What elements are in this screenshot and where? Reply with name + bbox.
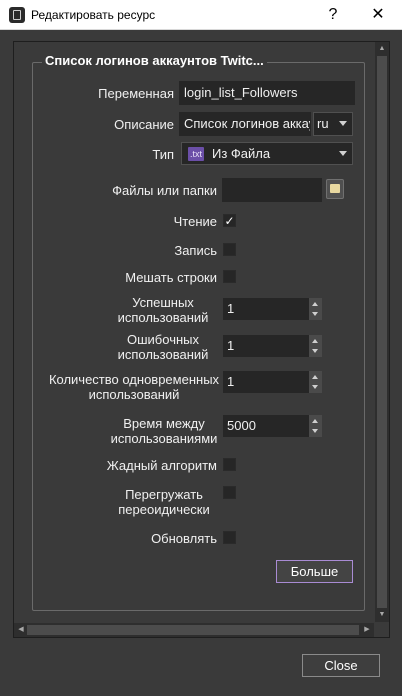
help-button[interactable]: ?: [315, 3, 351, 27]
interval-stepper[interactable]: [309, 415, 322, 437]
stepper-down-icon[interactable]: [312, 312, 318, 316]
scroll-left-icon[interactable]: ◀: [14, 623, 28, 637]
close-button[interactable]: Close: [302, 654, 380, 677]
read-label: Чтение: [173, 214, 217, 229]
scroll-up-icon[interactable]: ▲: [375, 42, 389, 56]
chevron-down-icon: [339, 121, 347, 126]
description-input[interactable]: Список логинов аккау: [179, 112, 311, 136]
variable-input[interactable]: login_list_Followers: [179, 81, 355, 105]
stepper-down-icon[interactable]: [312, 385, 318, 389]
success-uses-stepper[interactable]: [309, 298, 322, 320]
failed-uses-input[interactable]: 1: [223, 335, 309, 357]
concurrent-uses-label: Количество одновременных использований: [48, 372, 220, 402]
stepper-down-icon[interactable]: [312, 429, 318, 433]
close-window-button[interactable]: ✕: [360, 3, 396, 27]
shuffle-checkbox[interactable]: [223, 270, 236, 283]
stepper-down-icon[interactable]: [312, 349, 318, 353]
description-label: Описание: [114, 117, 174, 132]
shuffle-label: Мешать строки: [125, 270, 217, 285]
failed-uses-stepper[interactable]: [309, 335, 322, 357]
type-select[interactable]: .txt Из Файла: [181, 142, 353, 165]
write-checkbox[interactable]: [223, 243, 236, 256]
refresh-checkbox[interactable]: [223, 531, 236, 544]
stepper-up-icon[interactable]: [312, 375, 318, 379]
type-label: Тип: [152, 147, 174, 162]
files-input[interactable]: [222, 178, 322, 202]
failed-uses-label: Ошибочных использований: [117, 332, 209, 362]
txt-file-icon: .txt: [188, 147, 205, 161]
type-value: Из Файла: [212, 146, 271, 161]
interval-input[interactable]: 5000: [223, 415, 309, 437]
stepper-up-icon[interactable]: [312, 339, 318, 343]
refresh-label: Обновлять: [151, 531, 217, 546]
interval-label: Время между использованиями: [110, 416, 218, 446]
read-checkbox[interactable]: ✓: [223, 214, 236, 227]
language-select[interactable]: ru: [313, 112, 353, 136]
horizontal-scroll-thumb[interactable]: [27, 625, 359, 635]
greedy-label: Жадный алгоритм: [106, 458, 217, 473]
scroll-down-icon[interactable]: ▼: [375, 608, 389, 622]
success-uses-label: Успешных использований: [117, 295, 209, 325]
greedy-checkbox[interactable]: [223, 458, 236, 471]
concurrent-uses-stepper[interactable]: [309, 371, 322, 393]
write-label: Запись: [174, 243, 217, 258]
variable-label: Переменная: [98, 86, 174, 101]
browse-folder-button[interactable]: [326, 179, 344, 199]
more-button[interactable]: Больше: [276, 560, 353, 583]
window-title: Редактировать ресурс: [31, 8, 156, 22]
vertical-scroll-thumb[interactable]: [377, 56, 387, 608]
files-label: Файлы или папки: [112, 183, 217, 198]
scroll-right-icon[interactable]: ▶: [360, 623, 374, 637]
chevron-down-icon: [339, 151, 347, 156]
app-icon: [9, 7, 25, 23]
reload-checkbox[interactable]: [223, 486, 236, 499]
group-title: Список логинов аккаунтов Twitc...: [42, 53, 267, 68]
stepper-up-icon[interactable]: [312, 419, 318, 423]
folder-icon: [330, 184, 340, 193]
reload-label: Перегружать переоидически: [118, 487, 210, 517]
stepper-up-icon[interactable]: [312, 302, 318, 306]
success-uses-input[interactable]: 1: [223, 298, 309, 320]
concurrent-uses-input[interactable]: 1: [223, 371, 309, 393]
language-value: ru: [317, 116, 329, 131]
